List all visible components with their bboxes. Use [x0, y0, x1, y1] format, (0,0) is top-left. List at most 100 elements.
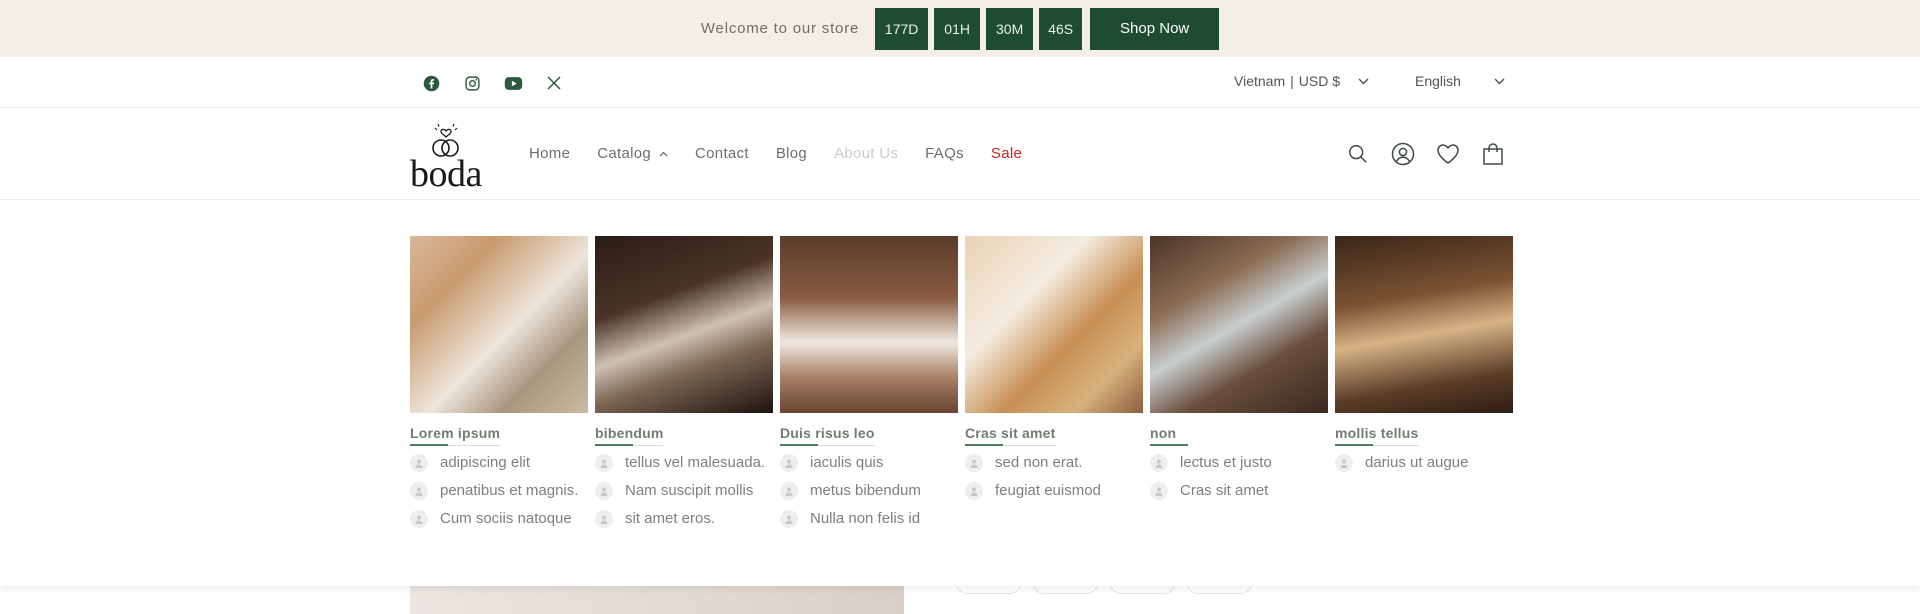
user-icon: [965, 482, 983, 500]
shop-now-button[interactable]: Shop Now: [1090, 7, 1220, 50]
nav-catalog-label: Catalog: [597, 145, 652, 162]
nav-about-us[interactable]: About Us: [834, 145, 898, 162]
facebook-icon[interactable]: [420, 73, 442, 93]
user-icon: [965, 454, 983, 472]
language-selector[interactable]: English: [1415, 73, 1505, 89]
user-icon: [410, 482, 428, 500]
welcome-text: Welcome to our store: [700, 20, 860, 37]
countdown-seconds: 46S: [1039, 7, 1083, 50]
menu-link[interactable]: Cras sit amet: [1150, 482, 1328, 500]
locale-separator: |: [1290, 73, 1294, 89]
utility-bar: Vietnam | USD $ English: [0, 57, 1920, 108]
account-icon[interactable]: [1391, 141, 1415, 167]
instagram-icon[interactable]: [461, 73, 483, 93]
column-image[interactable]: [1150, 236, 1328, 413]
menu-link[interactable]: Cum sociis natoque: [410, 510, 588, 528]
logo-wordmark: boda: [410, 153, 482, 195]
column-image[interactable]: [410, 236, 588, 413]
menu-link-label: metus bibendum: [810, 482, 921, 499]
menu-link-label: tellus vel malesuada.: [625, 454, 766, 471]
nav-home[interactable]: Home: [529, 145, 570, 162]
countdown-minutes: 30M: [986, 7, 1034, 50]
column-title[interactable]: Cras sit amet: [965, 425, 1056, 446]
menu-link-label: Nulla non felis id: [810, 510, 921, 527]
page-content-peek: [0, 572, 1920, 614]
user-icon: [1335, 454, 1353, 472]
menu-link[interactable]: lectus et justo: [1150, 454, 1328, 472]
store-logo[interactable]: boda: [408, 122, 498, 195]
column-image[interactable]: [965, 236, 1143, 413]
user-icon: [595, 482, 613, 500]
chevron-down-icon: [1494, 78, 1505, 85]
catalog-mega-menu: Lorem ipsum adipiscing elit penatibus et…: [0, 200, 1920, 586]
announcement-bar: Welcome to our store 177D 01H 30M 46S Sh…: [0, 0, 1920, 57]
menu-link[interactable]: sed non erat.: [965, 454, 1143, 472]
menu-link[interactable]: Nam suscipit mollis: [595, 482, 773, 500]
mega-menu-column: bibendum tellus vel malesuada. Nam susci…: [595, 236, 773, 538]
currency-label: USD $: [1298, 73, 1340, 89]
nav-catalog[interactable]: Catalog: [597, 145, 668, 162]
main-nav: Home Catalog Contact Blog About Us FAQs …: [529, 145, 1049, 162]
mega-menu-column: Duis risus leo iaculis quis metus bibend…: [780, 236, 958, 538]
user-icon: [410, 454, 428, 472]
nav-sale[interactable]: Sale: [991, 145, 1022, 162]
cart-icon[interactable]: [1481, 141, 1505, 167]
column-title[interactable]: Lorem ipsum: [410, 425, 501, 446]
menu-link[interactable]: darius ut augue: [1335, 454, 1513, 472]
column-title[interactable]: bibendum: [595, 425, 664, 446]
nav-faqs[interactable]: FAQs: [925, 145, 964, 162]
menu-link[interactable]: sit amet eros.: [595, 510, 773, 528]
column-title[interactable]: mollis tellus: [1335, 425, 1419, 446]
nav-contact[interactable]: Contact: [695, 145, 749, 162]
menu-link-label: Cum sociis natoque: [440, 510, 572, 527]
youtube-icon[interactable]: [502, 73, 524, 93]
user-icon: [1150, 482, 1168, 500]
menu-link[interactable]: tellus vel malesuada.: [595, 454, 773, 472]
menu-link[interactable]: iaculis quis: [780, 454, 958, 472]
menu-link-label: penatibus et magnis.: [440, 482, 579, 499]
menu-link-label: feugiat euismod: [995, 482, 1101, 499]
social-links: [420, 73, 565, 93]
column-title[interactable]: non: [1150, 425, 1189, 446]
countdown-hours: 01H: [934, 7, 981, 50]
country-selector[interactable]: Vietnam | USD $: [1234, 73, 1397, 89]
user-icon: [410, 510, 428, 528]
x-icon[interactable]: [543, 73, 565, 93]
menu-link[interactable]: penatibus et magnis.: [410, 482, 588, 500]
user-icon: [780, 482, 798, 500]
menu-link[interactable]: Nulla non felis id: [780, 510, 958, 528]
wishlist-icon[interactable]: [1436, 141, 1460, 167]
menu-link[interactable]: metus bibendum: [780, 482, 958, 500]
column-image[interactable]: [780, 236, 958, 413]
menu-link-label: iaculis quis: [810, 454, 884, 471]
mega-menu-column: Lorem ipsum adipiscing elit penatibus et…: [410, 236, 588, 538]
menu-link-label: Cras sit amet: [1180, 482, 1269, 499]
chevron-down-icon: [1358, 78, 1369, 85]
column-title[interactable]: Duis risus leo: [780, 425, 875, 446]
user-icon: [780, 454, 798, 472]
menu-link[interactable]: feugiat euismod: [965, 482, 1143, 500]
user-icon: [1150, 454, 1168, 472]
menu-link-label: darius ut augue: [1365, 454, 1469, 471]
mega-menu-column: non lectus et justo Cras sit amet: [1150, 236, 1328, 538]
countdown-days: 177D: [875, 7, 929, 50]
menu-link-label: adipiscing elit: [440, 454, 531, 471]
user-icon: [595, 510, 613, 528]
mega-menu-column: mollis tellus darius ut augue: [1335, 236, 1513, 538]
column-image[interactable]: [595, 236, 773, 413]
language-label: English: [1415, 73, 1461, 89]
user-icon: [595, 454, 613, 472]
menu-link-label: Nam suscipit mollis: [625, 482, 754, 499]
search-icon[interactable]: [1346, 141, 1370, 167]
chevron-up-icon: [659, 151, 668, 157]
mega-menu-column: Cras sit amet sed non erat. feugiat euis…: [965, 236, 1143, 538]
country-label: Vietnam: [1234, 73, 1286, 89]
menu-link-label: sit amet eros.: [625, 510, 716, 527]
column-image[interactable]: [1335, 236, 1513, 413]
nav-blog[interactable]: Blog: [776, 145, 807, 162]
menu-link[interactable]: adipiscing elit: [410, 454, 588, 472]
user-icon: [780, 510, 798, 528]
site-header: boda Home Catalog Contact Blog About Us …: [0, 108, 1920, 200]
header-actions: [1346, 141, 1505, 167]
menu-link-label: sed non erat.: [995, 454, 1083, 471]
